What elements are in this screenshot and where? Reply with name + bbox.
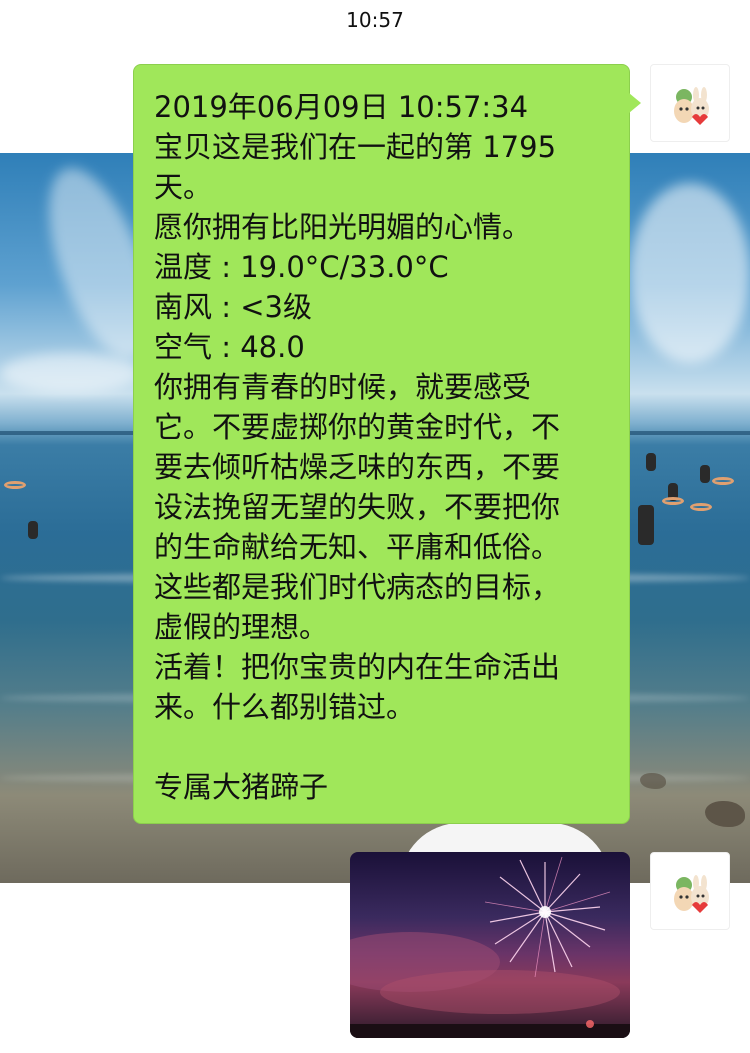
message-line [154, 727, 611, 767]
message-line: 空气 : 48.0 [154, 330, 305, 364]
message-line: 2019年06月09日 10:57:34 [154, 90, 529, 124]
sender-avatar-2[interactable] [650, 852, 730, 930]
image-message-bubble[interactable] [350, 852, 630, 1038]
message-line: 愿你拥有比阳光明媚的心情。 [154, 210, 532, 244]
message-line: 它。不要虚掷你的黄金时代，不 [154, 410, 561, 444]
chat-screen: 10:57 2019年06月09日 10:57:34 宝贝这是我们在一起的第 1… [0, 0, 750, 1053]
bubble-tail [629, 93, 641, 113]
text-message-bubble[interactable]: 2019年06月09日 10:57:34 宝贝这是我们在一起的第 1795 天。愿你… [133, 64, 641, 824]
sender-avatar[interactable] [650, 64, 730, 142]
message-line: 活着！把你宝贵的内在生命活出 [154, 650, 561, 684]
cartoon-avatar-icon [674, 87, 709, 125]
message-line: 设法挽留无望的失败，不要把你 [154, 490, 561, 524]
message-line: 虚假的理想。 [154, 610, 329, 644]
cartoon-avatar-icon [674, 875, 709, 913]
message-line: 的生命献给无知、平庸和低俗。 [154, 530, 561, 564]
message-line: 你拥有青春的时候，就要感受 [154, 370, 532, 404]
message-body: 2019年06月09日 10:57:34 宝贝这是我们在一起的第 1795 天。愿你… [154, 87, 611, 807]
fireworks-photo [350, 856, 630, 1038]
message-line: 要去倾听枯燥乏味的东西，不要 [154, 450, 561, 484]
status-time: 10:57 [346, 8, 404, 32]
message-line: 来。什么都别错过。 [154, 690, 416, 724]
message-line: 温度 : 19.0°C/33.0°C [154, 250, 449, 284]
message-line: 这些都是我们时代病态的目标， [154, 570, 561, 604]
message-line: 天。 [154, 170, 213, 204]
status-bar: 10:57 [0, 0, 750, 40]
message-line: 专属大猪蹄子 [154, 770, 329, 804]
message-line: 南风 : <3级 [154, 290, 312, 324]
message-line: 宝贝这是我们在一起的第 1795 [154, 130, 557, 164]
